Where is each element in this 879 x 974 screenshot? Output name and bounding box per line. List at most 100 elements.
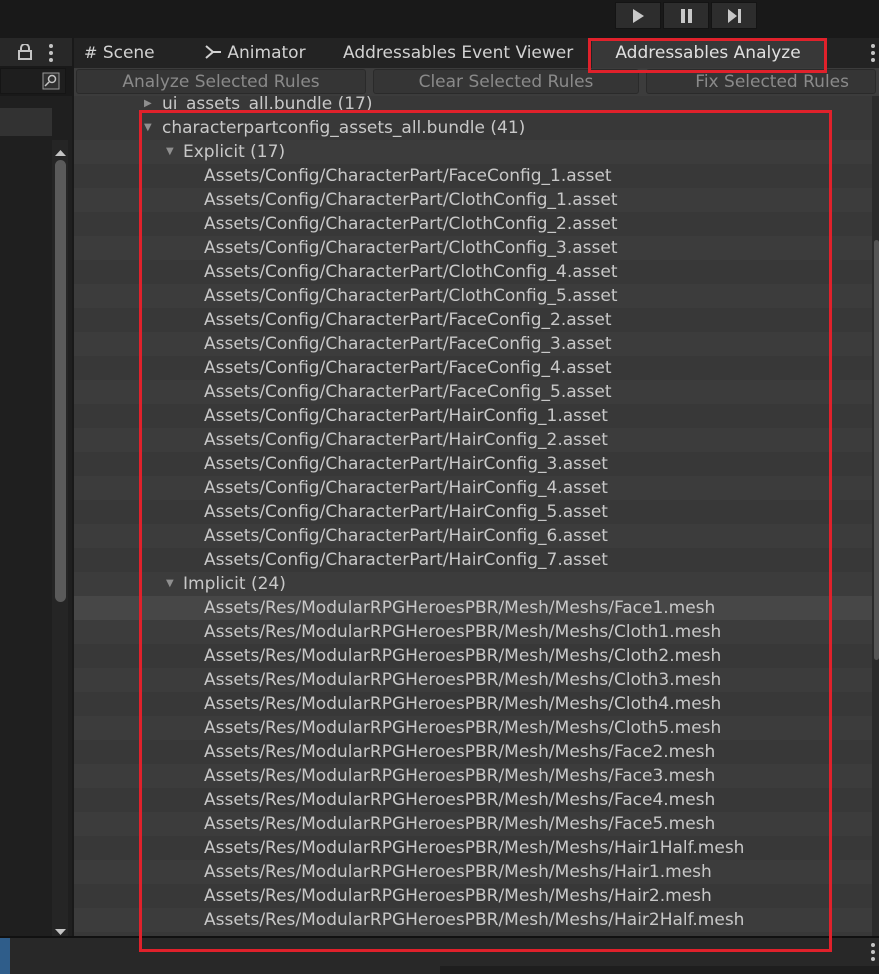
tab-animator[interactable]: Animator <box>204 38 324 68</box>
search-toggle-icon[interactable] <box>42 72 60 94</box>
tree-row-explicit-asset-label: Assets/Config/CharacterPart/HairConfig_4… <box>204 478 608 498</box>
tree-row-implicit-asset[interactable]: Assets/Res/ModularRPGHeroesPBR/Mesh/Mesh… <box>74 812 872 836</box>
tab-analyze-label: Addressables Analyze <box>615 43 801 63</box>
analyze-results-tree: ▶ ui_assets_all.bundle (17) ▼ characterp… <box>74 96 872 936</box>
tree-row-cut[interactable]: ▶ ui_assets_all.bundle (17) <box>74 96 872 116</box>
tab-addressables-event-viewer[interactable]: Addressables Event Viewer <box>343 38 583 68</box>
tree-row-explicit-asset[interactable]: Assets/Config/CharacterPart/HairConfig_7… <box>74 548 872 572</box>
tree-row-implicit-asset-label: Assets/Res/ModularRPGHeroesPBR/Mesh/Mesh… <box>204 742 716 762</box>
tree-row-implicit-asset-label: Assets/Res/ModularRPGHeroesPBR/Mesh/Mesh… <box>204 838 745 858</box>
tree-row-explicit-asset-label: Assets/Config/CharacterPart/FaceConfig_5… <box>204 382 612 402</box>
play-button[interactable] <box>615 2 661 29</box>
tree-row-implicit-asset[interactable]: Assets/Res/ModularRPGHeroesPBR/Mesh/Mesh… <box>74 860 872 884</box>
tab-animator-label: Animator <box>227 43 306 63</box>
tree-row-explicit-asset-label: Assets/Config/CharacterPart/HairConfig_7… <box>204 550 608 570</box>
tree-row-implicit-asset[interactable]: Assets/Res/ModularRPGHeroesPBR/Mesh/Mesh… <box>74 764 872 788</box>
left-scrollbar-thumb[interactable] <box>55 160 66 602</box>
tree-row-explicit-asset-label: Assets/Config/CharacterPart/FaceConfig_2… <box>204 310 612 330</box>
tree-row-implicit-asset-label: Assets/Res/ModularRPGHeroesPBR/Mesh/Mesh… <box>204 862 712 882</box>
bottom-menu-icon[interactable] <box>871 943 875 964</box>
tree-row-implicit-asset[interactable]: Assets/Res/ModularRPGHeroesPBR/Mesh/Mesh… <box>74 836 872 860</box>
left-panel-header <box>0 38 72 66</box>
tree-row-implicit-asset-label: Assets/Res/ModularRPGHeroesPBR/Mesh/Mesh… <box>204 814 716 834</box>
tree-row-explicit-asset-label: Assets/Config/CharacterPart/ClothConfig_… <box>204 190 618 210</box>
tree-row-explicit[interactable]: ▼ Explicit (17) <box>74 140 872 164</box>
tree-row-explicit-asset-label: Assets/Config/CharacterPart/HairConfig_6… <box>204 526 608 546</box>
tab-scene[interactable]: # Scene <box>84 38 184 68</box>
left-panel-menu-icon[interactable] <box>49 44 53 65</box>
tree-row-explicit-asset-label: Assets/Config/CharacterPart/HairConfig_5… <box>204 502 608 522</box>
tree-row-implicit-asset[interactable]: Assets/Res/ModularRPGHeroesPBR/Mesh/Mesh… <box>74 596 872 620</box>
bottom-panel-strip <box>440 966 879 974</box>
tree-row-explicit-asset[interactable]: Assets/Config/CharacterPart/ClothConfig_… <box>74 260 872 284</box>
tree-row-explicit-asset[interactable]: Assets/Config/CharacterPart/FaceConfig_4… <box>74 356 872 380</box>
bottom-left-tab[interactable] <box>0 938 10 974</box>
left-panel-row[interactable] <box>0 108 52 136</box>
pause-icon <box>681 8 692 23</box>
tab-addressables-analyze[interactable]: Addressables Analyze <box>592 38 824 68</box>
tree-row-implicit-asset-label: Assets/Res/ModularRPGHeroesPBR/Mesh/Mesh… <box>204 598 716 618</box>
tab-event-viewer-label: Addressables Event Viewer <box>343 43 574 63</box>
tree-row-explicit-asset[interactable]: Assets/Config/CharacterPart/HairConfig_1… <box>74 404 872 428</box>
tree-row-implicit-asset-label: Assets/Res/ModularRPGHeroesPBR/Mesh/Mesh… <box>204 910 745 930</box>
tree-row-explicit-asset-label: Assets/Config/CharacterPart/ClothConfig_… <box>204 262 618 282</box>
tree-row-explicit-asset-label: Assets/Config/CharacterPart/FaceConfig_1… <box>204 166 612 186</box>
step-icon <box>728 8 741 23</box>
triangle-down-icon: ▼ <box>166 578 174 589</box>
step-button[interactable] <box>711 2 757 29</box>
tree-row-explicit-asset-label: Assets/Config/CharacterPart/HairConfig_1… <box>204 406 608 426</box>
tree-row-explicit-asset-label: Assets/Config/CharacterPart/HairConfig_2… <box>204 430 608 450</box>
tree-row-explicit-asset-label: Assets/Config/CharacterPart/ClothConfig_… <box>204 286 618 306</box>
tree-row-implicit-asset-label: Assets/Res/ModularRPGHeroesPBR/Mesh/Mesh… <box>204 694 722 714</box>
tree-row-explicit-asset-label: Assets/Config/CharacterPart/ClothConfig_… <box>204 238 618 258</box>
tree-row-explicit-asset-label: Assets/Config/CharacterPart/FaceConfig_4… <box>204 358 612 378</box>
tree-row-explicit-asset[interactable]: Assets/Config/CharacterPart/HairConfig_4… <box>74 476 872 500</box>
lock-icon[interactable] <box>18 43 32 64</box>
tree-row-implicit-asset[interactable]: Assets/Res/ModularRPGHeroesPBR/Mesh/Mesh… <box>74 788 872 812</box>
tree-row-implicit-asset-label: Assets/Res/ModularRPGHeroesPBR/Mesh/Mesh… <box>204 886 712 906</box>
tree-row-implicit-asset[interactable]: Assets/Res/ModularRPGHeroesPBR/Mesh/Mesh… <box>74 740 872 764</box>
tree-row-implicit-asset[interactable]: Assets/Res/ModularRPGHeroesPBR/Mesh/Mesh… <box>74 884 872 908</box>
tree-row-explicit-asset[interactable]: Assets/Config/CharacterPart/FaceConfig_2… <box>74 308 872 332</box>
tree-row-implicit-asset-label: Assets/Res/ModularRPGHeroesPBR/Mesh/Mesh… <box>204 670 722 690</box>
tree-row-explicit-asset[interactable]: Assets/Config/CharacterPart/FaceConfig_5… <box>74 380 872 404</box>
clear-selected-rules-button[interactable]: Clear Selected Rules <box>373 69 639 94</box>
tree-row-implicit-asset-label: Assets/Res/ModularRPGHeroesPBR/Mesh/Mesh… <box>204 646 722 666</box>
tree-row-explicit-asset-label: Assets/Config/CharacterPart/FaceConfig_3… <box>204 334 612 354</box>
tree-row-explicit-asset-label: Assets/Config/CharacterPart/ClothConfig_… <box>204 214 618 234</box>
play-controls <box>615 2 759 30</box>
tree-scrollbar-thumb[interactable] <box>874 240 879 660</box>
tree-row-implicit-asset[interactable]: Assets/Res/ModularRPGHeroesPBR/Mesh/Mesh… <box>74 908 872 932</box>
tree-row-explicit-asset[interactable]: Assets/Config/CharacterPart/HairConfig_3… <box>74 452 872 476</box>
tree-row-implicit[interactable]: Implicit (24) ▼ <box>74 572 872 596</box>
tree-row-implicit-asset[interactable]: Assets/Res/ModularRPGHeroesPBR/Mesh/Mesh… <box>74 620 872 644</box>
tab-scene-label: Scene <box>102 43 155 63</box>
tree-row-explicit-asset[interactable]: Assets/Config/CharacterPart/HairConfig_2… <box>74 428 872 452</box>
tree-row-explicit-asset[interactable]: Assets/Config/CharacterPart/HairConfig_5… <box>74 500 872 524</box>
fix-selected-rules-button[interactable]: Fix Selected Rules <box>646 69 876 94</box>
tree-row-implicit-asset[interactable]: Assets/Res/ModularRPGHeroesPBR/Mesh/Mesh… <box>74 644 872 668</box>
tree-row-implicit-asset[interactable]: Assets/Res/ModularRPGHeroesPBR/Mesh/Mesh… <box>74 716 872 740</box>
tree-row-explicit-asset[interactable]: Assets/Config/CharacterPart/ClothConfig_… <box>74 284 872 308</box>
tree-row-explicit-asset[interactable]: Assets/Config/CharacterPart/ClothConfig_… <box>74 188 872 212</box>
tree-row-bundle[interactable]: ▼ characterpartconfig_assets_all.bundle … <box>74 116 872 140</box>
tree-row-implicit-asset[interactable]: Assets/Res/ModularRPGHeroesPBR/Mesh/Mesh… <box>74 668 872 692</box>
tree-row-implicit-asset[interactable]: Assets/Res/ModularRPGHeroesPBR/Mesh/Mesh… <box>74 692 872 716</box>
scroll-up-icon[interactable] <box>55 142 66 161</box>
tree-row-explicit-asset[interactable]: Assets/Config/CharacterPart/ClothConfig_… <box>74 212 872 236</box>
triangle-down-icon: ▼ <box>166 146 174 157</box>
tree-row-explicit-asset[interactable]: Assets/Config/CharacterPart/FaceConfig_3… <box>74 332 872 356</box>
tree-row-explicit-asset[interactable]: Assets/Config/CharacterPart/ClothConfig_… <box>74 236 872 260</box>
tree-row-implicit-asset-label: Assets/Res/ModularRPGHeroesPBR/Mesh/Mesh… <box>204 766 716 786</box>
tree-row-explicit-asset[interactable]: Assets/Config/CharacterPart/FaceConfig_1… <box>74 164 872 188</box>
tree-row-explicit-asset[interactable]: Assets/Config/CharacterPart/HairConfig_6… <box>74 524 872 548</box>
tree-row-implicit-asset-label: Assets/Res/ModularRPGHeroesPBR/Mesh/Mesh… <box>204 718 722 738</box>
tab-menu-icon[interactable] <box>871 44 875 65</box>
play-icon <box>633 8 644 23</box>
tree-row-implicit-asset-label: Assets/Res/ModularRPGHeroesPBR/Mesh/Mesh… <box>204 790 716 810</box>
pause-button[interactable] <box>663 2 709 29</box>
animator-icon <box>205 45 221 59</box>
analyze-selected-rules-button[interactable]: Analyze Selected Rules <box>76 69 366 94</box>
triangle-down-icon: ▼ <box>144 122 152 133</box>
tree-row-implicit-asset-label: Assets/Res/ModularRPGHeroesPBR/Mesh/Mesh… <box>204 622 722 642</box>
